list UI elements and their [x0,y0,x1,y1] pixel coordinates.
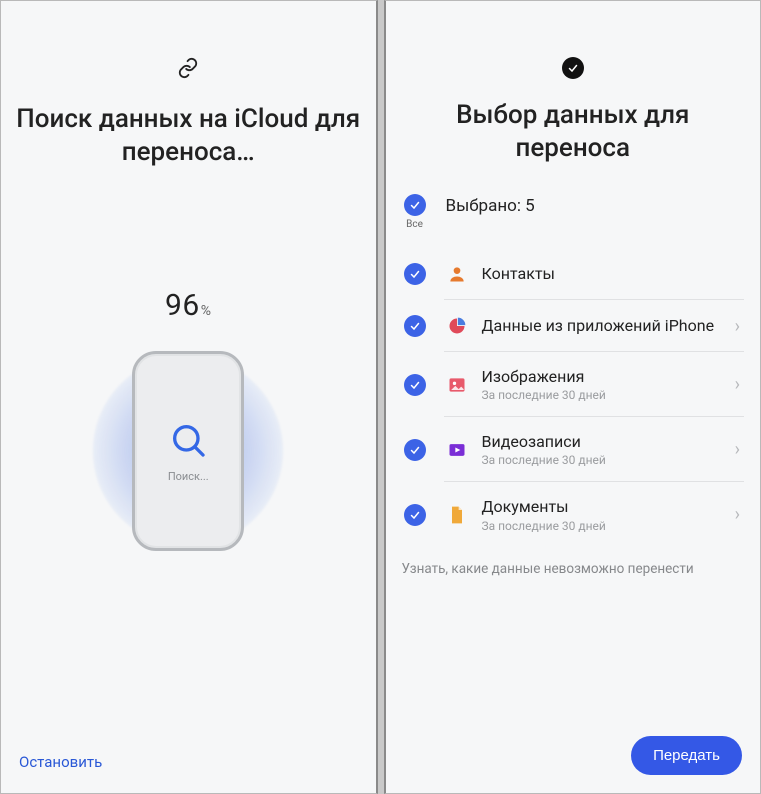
checkbox-documents[interactable] [404,504,426,526]
selected-count: Выбрано: 5 [446,196,535,216]
item-label: Данные из приложений iPhone [482,316,721,335]
select-all-checkbox[interactable] [404,194,426,216]
images-icon [446,374,468,396]
progress-value: 96 [165,288,200,323]
phone-graphic: Поиск... [78,341,298,561]
documents-icon [446,504,468,526]
phone-outline: Поиск... [132,351,244,551]
progress-unit: % [201,303,212,319]
select-title: Выбор данных для переноса [386,99,761,164]
item-label: Документы [482,497,721,516]
select-screen: Выбор данных для переноса Все Выбрано: 5 [384,0,761,794]
item-sublabel: За последние 30 дней [482,388,721,402]
select-all-row[interactable]: Все Выбрано: 5 [396,190,745,248]
cannot-transfer-link[interactable]: Узнать, какие данные невозможно перенест… [386,547,761,577]
phone-status-label: Поиск... [168,470,209,483]
list-item-images[interactable]: Изображения За последние 30 дней › [396,352,745,416]
check-badge-icon [386,57,761,79]
item-label: Контакты [482,264,743,283]
list-item-appdata[interactable]: Данные из приложений iPhone › [396,300,745,351]
chevron-right-icon: › [735,316,742,337]
search-title: Поиск данных на iCloud для переноса… [1,103,376,168]
stop-button[interactable]: Остановить [19,753,102,771]
list-item-documents[interactable]: Документы За последние 30 дней › [396,482,745,546]
checkbox-contacts[interactable] [404,263,426,285]
progress-area: 96% Поиск... [1,288,376,793]
item-sublabel: За последние 30 дней [482,453,721,467]
chevron-right-icon: › [735,374,742,395]
checkbox-images[interactable] [404,374,426,396]
progress-percent: 96% [165,288,212,323]
select-all-label: Все [406,219,423,230]
search-screen: Поиск данных на iCloud для переноса… 96%… [0,0,378,794]
list-item-contacts[interactable]: Контакты [396,248,745,299]
item-label: Видеозаписи [482,432,721,451]
search-icon [168,420,208,464]
data-list: Все Выбрано: 5 Контакты [386,190,761,547]
chevron-right-icon: › [735,504,742,525]
contacts-icon [446,263,468,285]
item-label: Изображения [482,367,721,386]
chevron-right-icon: › [735,439,742,460]
transfer-button[interactable]: Передать [631,736,742,775]
item-sublabel: За последние 30 дней [482,519,721,533]
link-icon [1,57,376,83]
checkbox-appdata[interactable] [404,315,426,337]
checkbox-videos[interactable] [404,439,426,461]
appdata-icon [446,315,468,337]
videos-icon [446,439,468,461]
list-item-videos[interactable]: Видеозаписи За последние 30 дней › [396,417,745,481]
